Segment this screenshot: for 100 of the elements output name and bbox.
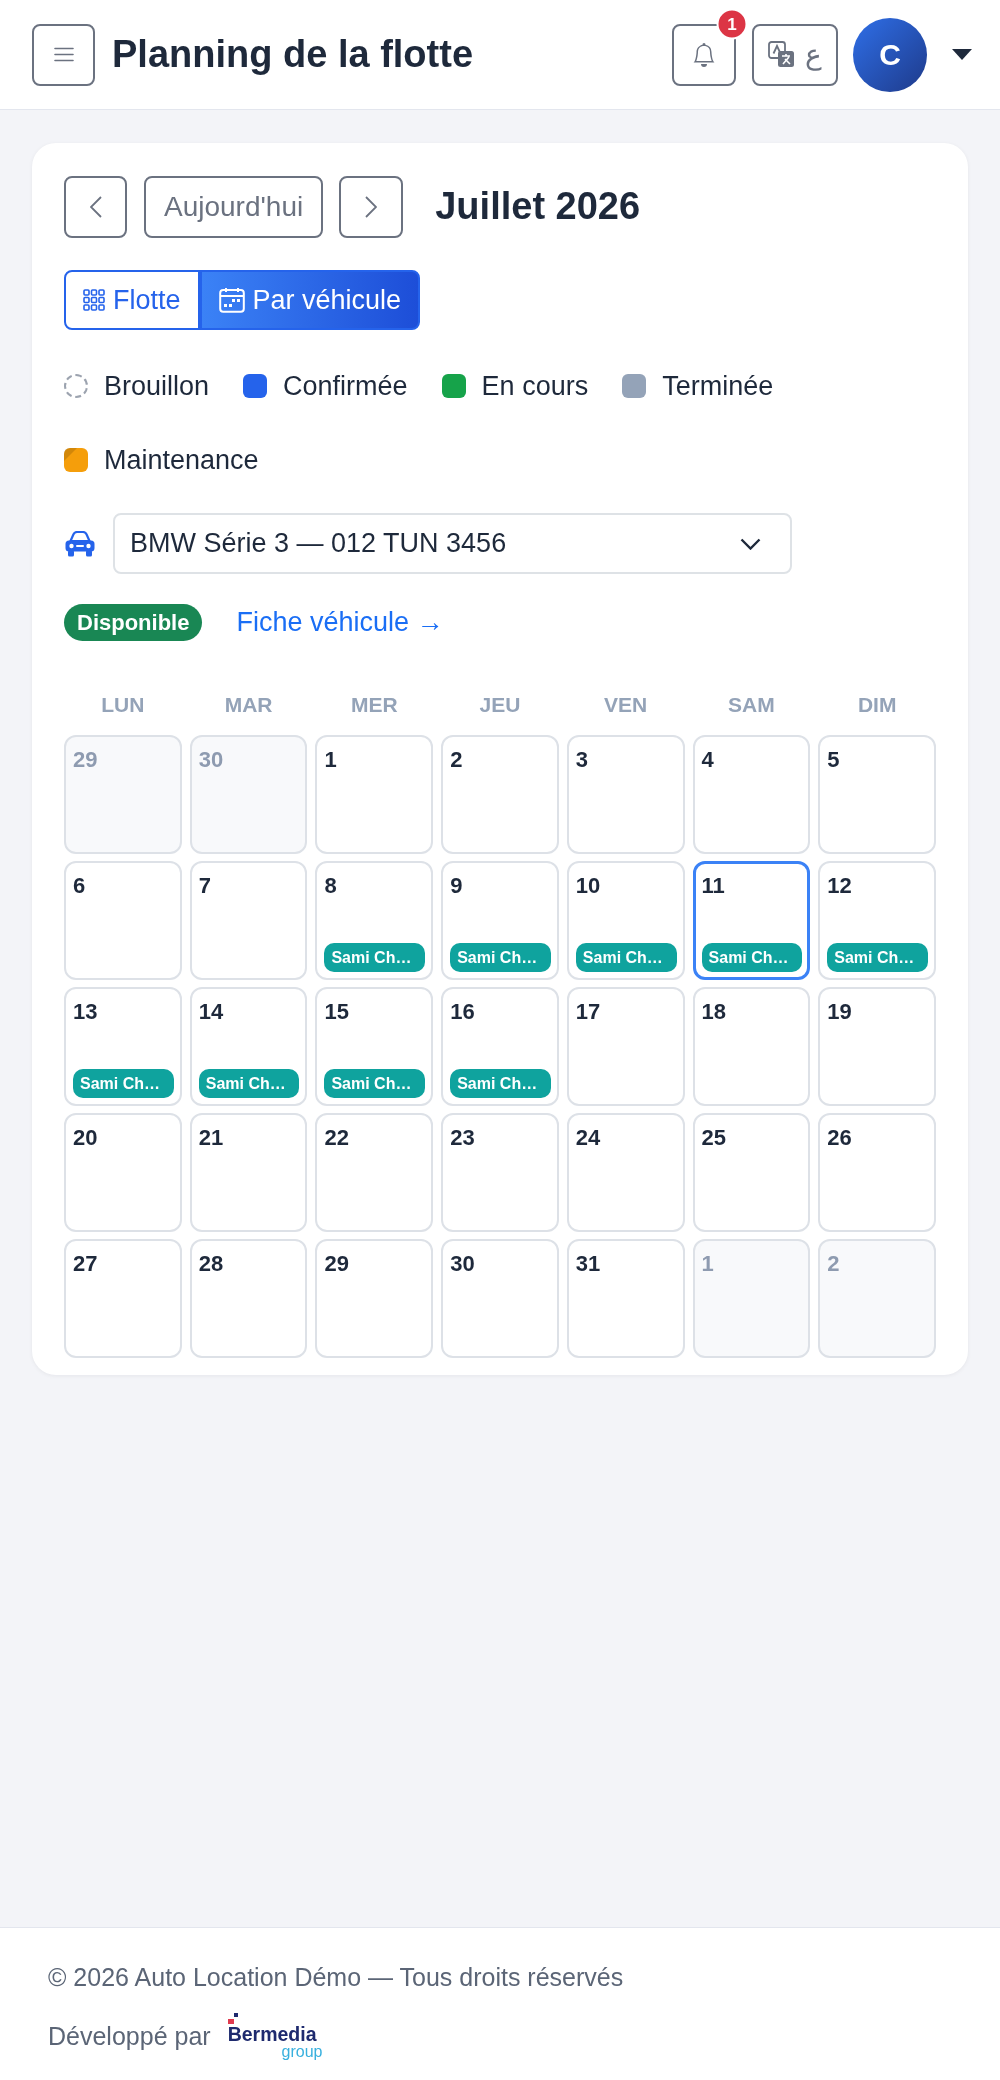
car-icon <box>64 530 96 557</box>
weekday-label: VEN <box>603 692 649 718</box>
day-cell[interactable]: 11 Sami Ch… <box>692 861 811 980</box>
day-number: 18 <box>701 999 727 1025</box>
day-cell[interactable]: 27 <box>64 1239 182 1358</box>
day-number: 14 <box>198 999 224 1025</box>
squares-icon <box>227 2013 238 2024</box>
day-cell[interactable]: 13 Sami Ch… <box>64 987 182 1106</box>
chevron-down-icon <box>740 537 761 550</box>
credit-text: Développé par <box>48 2021 211 2051</box>
month-title: Juillet 2026 <box>435 184 641 230</box>
notification-badge: 1 <box>716 8 748 39</box>
day-number: 3 <box>575 747 589 773</box>
day-cell[interactable]: 30 <box>441 1239 559 1358</box>
day-cell[interactable]: 4 <box>692 735 811 854</box>
logo-tagline: group <box>281 2044 323 2059</box>
day-number: 30 <box>450 1251 475 1277</box>
day-number: 2 <box>450 747 463 773</box>
chevron-right-icon <box>365 196 378 218</box>
day-number: 28 <box>198 1251 224 1277</box>
legend-label: Maintenance <box>104 444 259 477</box>
language-button[interactable]: ع <box>752 23 838 86</box>
calendar-icon <box>218 287 245 313</box>
weekday-label: MAR <box>223 692 274 718</box>
day-cell[interactable]: 7 <box>189 861 308 980</box>
day-cell[interactable]: 18 <box>692 987 811 1106</box>
day-number: 2 <box>827 1251 840 1277</box>
day-number: 6 <box>73 873 86 899</box>
day-cell[interactable]: 2 <box>441 735 559 854</box>
day-cell[interactable]: 31 <box>566 1239 685 1358</box>
day-cell[interactable]: 10 Sami Ch… <box>566 861 685 980</box>
vehicle-select[interactable]: BMW Série 3 — 012 TUN 3456 <box>113 513 792 574</box>
legend-label: Terminée <box>662 370 774 403</box>
day-number: 13 <box>73 999 98 1025</box>
day-cell[interactable]: 22 <box>315 1113 434 1232</box>
day-number: 1 <box>701 1251 714 1277</box>
translate-icon <box>768 41 795 68</box>
chevron-left-icon <box>89 196 102 218</box>
copyright-text: © 2026 Auto Location Démo — Tous droits réservés <box>48 1962 625 1992</box>
day-number: 1 <box>324 747 337 773</box>
vehicle-sheet-link[interactable]: Fiche véhicule → <box>236 604 444 641</box>
day-number: 15 <box>324 999 349 1025</box>
day-number: 4 <box>701 747 714 773</box>
day-cell[interactable]: 23 <box>441 1113 559 1232</box>
bell-icon <box>692 41 716 68</box>
logo-wordmark: Bermedia <box>227 2025 317 2044</box>
day-number: 23 <box>450 1125 475 1151</box>
day-cell[interactable]: 26 <box>818 1113 936 1232</box>
day-cell[interactable]: 19 <box>818 987 936 1106</box>
legend-label: Confirmée <box>283 370 408 403</box>
day-cell[interactable]: 9 Sami Ch… <box>441 861 559 980</box>
user-avatar[interactable]: C <box>853 17 927 92</box>
day-number: 10 <box>575 873 601 899</box>
caret-icon[interactable] <box>952 49 972 60</box>
view-tab[interactable]: Par véhicule <box>199 270 421 330</box>
today-button[interactable]: Aujourd'hui <box>144 176 324 238</box>
day-cell[interactable]: 17 <box>566 987 685 1106</box>
day-cell[interactable]: 5 <box>818 735 936 854</box>
day-number: 29 <box>73 747 98 773</box>
day-number: 7 <box>198 873 211 899</box>
day-cell[interactable]: 16 Sami Ch… <box>441 987 559 1106</box>
day-number: 25 <box>701 1125 727 1151</box>
day-cell[interactable]: 20 <box>64 1113 182 1232</box>
day-cell[interactable]: 21 <box>189 1113 308 1232</box>
status-badge: Disponible <box>64 604 203 641</box>
day-cell[interactable]: 15 Sami Ch… <box>315 987 434 1106</box>
legend-label: En cours <box>481 370 589 403</box>
day-cell[interactable]: 25 <box>692 1113 811 1232</box>
day-cell[interactable]: 3 <box>566 735 685 854</box>
day-cell[interactable]: 8 Sami Ch… <box>315 861 434 980</box>
day-cell[interactable]: 1 <box>315 735 434 854</box>
day-number: 5 <box>827 747 840 773</box>
day-cell[interactable]: 24 <box>566 1113 685 1232</box>
day-cell[interactable]: 28 <box>189 1239 308 1358</box>
previous-month-button[interactable] <box>64 176 127 238</box>
weekday-label: MER <box>349 692 399 718</box>
weekday-label: LUN <box>100 692 146 718</box>
day-number: 16 <box>450 999 475 1025</box>
grid-icon <box>83 289 105 311</box>
day-number: 19 <box>827 999 852 1025</box>
day-number: 27 <box>73 1251 98 1277</box>
day-number: 17 <box>575 999 601 1025</box>
day-number: 12 <box>827 873 852 899</box>
menu-icon <box>53 47 74 62</box>
legend-label: Brouillon <box>104 370 210 403</box>
day-number: 22 <box>324 1125 349 1151</box>
day-number: 31 <box>575 1251 601 1277</box>
view-tab[interactable]: Flotte <box>64 270 200 330</box>
menu-button[interactable] <box>32 23 95 86</box>
next-month-button[interactable] <box>339 176 404 238</box>
weekday-label: JEU <box>478 692 522 718</box>
day-number: 21 <box>198 1125 224 1151</box>
day-cell[interactable]: 12 Sami Ch… <box>818 861 936 980</box>
day-cell[interactable]: 29 <box>315 1239 434 1358</box>
day-cell[interactable]: 6 <box>64 861 182 980</box>
day-cell[interactable]: 14 Sami Ch… <box>189 987 308 1106</box>
weekday-label: SAM <box>727 692 776 718</box>
day-number: 20 <box>73 1125 98 1151</box>
day-number: 24 <box>575 1125 601 1151</box>
day-number: 8 <box>324 873 337 899</box>
